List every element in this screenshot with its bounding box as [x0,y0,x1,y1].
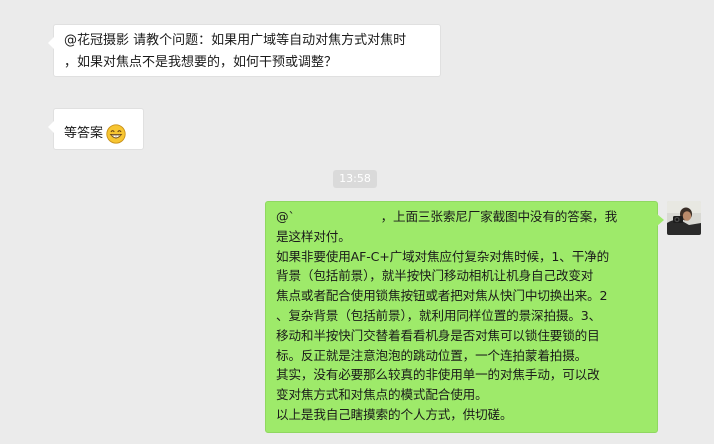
message-line: 变对焦方式和对焦点的模式配合使用。 [276,387,488,403]
message-line: ，如果对焦点不是我想要的，如何干预或调整？ [64,55,338,70]
message-line: @花冠摄影 请教个问题：如果用广域等自动对焦方式对焦时 [64,33,407,48]
message-line: 标。反正就是注意泡泡的跳动位置，一个连拍蒙着拍摄。 [276,347,588,363]
message-line: 其实，没有必要那么较真的非使用单一的对焦手动，可以改 [276,367,600,383]
message-line: 背景（包括前景），就半按快门移动相机让机身自己改变对 [276,268,594,284]
message-line: 如果非要使用AF-C+广域对焦应付复杂对焦时候，1、干净的 [276,248,610,264]
message-text: 等答案 [64,125,104,141]
message-line: 以上是我自己瞎摸索的个人方式，供切磋。 [276,406,513,422]
avatar[interactable] [667,201,701,235]
message-timestamp: 13:58 [333,170,377,188]
message-line: 、复杂背景（包括前景），就利用同样位置的景深拍摄。3、 [276,307,602,323]
message-line: 移动和半按快门交替着看看机身是否对焦可以锁住要锁的目 [276,327,600,343]
incoming-message-waiting[interactable]: 等答案 [48,108,144,150]
message-line-tail: ，上面三张索尼厂家截图中没有的答案，我 [380,209,618,224]
message-line-first: @` ，上面三张索尼厂家截图中没有的答案，我 [276,207,647,227]
mention-prefix: @` [276,209,295,224]
message-line: 是这样对付。 [276,228,351,244]
outgoing-message-answer[interactable]: @` ，上面三张索尼厂家截图中没有的答案，我 是这样对付。 如果非要使用AF-C+… [265,201,664,433]
grinning-face-icon [106,123,126,144]
message-line: 焦点或者配合使用锁焦按钮或者把对焦从快门中切换出来。2 [276,288,608,304]
incoming-message-question[interactable]: @花冠摄影 请教个问题：如果用广域等自动对焦方式对焦时 ，如果对焦点不是我想要的… [48,24,441,77]
